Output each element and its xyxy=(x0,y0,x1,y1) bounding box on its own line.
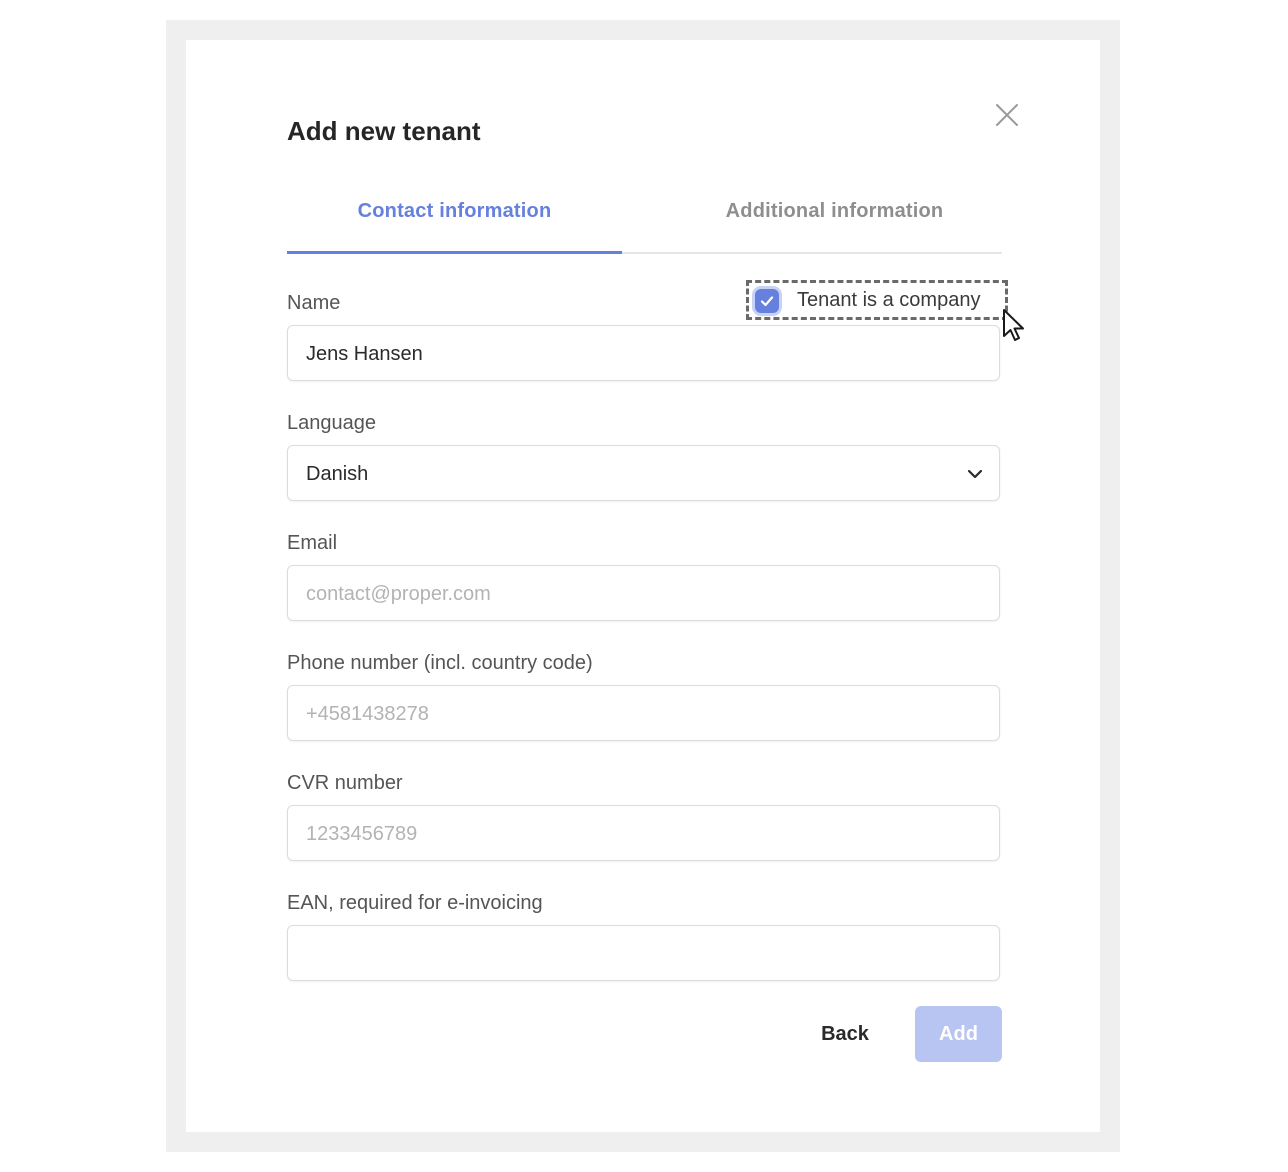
tab-label: Contact information xyxy=(357,200,552,222)
active-tab-indicator xyxy=(287,251,622,254)
phone-label: Phone number (incl. country code) xyxy=(287,652,593,674)
back-button[interactable]: Back xyxy=(808,1006,882,1062)
cvr-label: CVR number xyxy=(287,772,403,794)
close-button[interactable] xyxy=(994,102,1020,128)
dialog-title: Add new tenant xyxy=(287,116,481,146)
name-label: Name xyxy=(287,292,341,314)
mouse-cursor-icon xyxy=(1003,309,1024,341)
language-label: Language xyxy=(287,412,376,434)
close-icon xyxy=(996,104,1018,126)
tab-contact-information[interactable]: Contact information xyxy=(287,186,622,254)
tab-label: Additional information xyxy=(725,200,944,222)
tenant-is-company-label: Tenant is a company xyxy=(797,289,981,311)
chevron-down-icon xyxy=(967,469,983,479)
add-tenant-dialog: Add new tenant Contact information Addit… xyxy=(186,40,1100,1132)
tab-bar: Contact information Additional informati… xyxy=(287,186,1002,254)
check-icon xyxy=(760,296,774,307)
checkbox-checked[interactable] xyxy=(755,289,779,313)
language-value: Danish xyxy=(306,463,369,485)
phone-field[interactable]: +4581438278 xyxy=(287,685,1000,741)
name-input[interactable]: Jens Hansen xyxy=(287,325,1000,381)
ean-label: EAN, required for e-invoicing xyxy=(287,892,543,914)
add-button[interactable]: Add xyxy=(915,1006,1002,1062)
cvr-field[interactable]: 1233456789 xyxy=(287,805,1000,861)
tab-additional-information[interactable]: Additional information xyxy=(667,186,1002,252)
language-select[interactable]: Danish xyxy=(287,445,1000,501)
email-label: Email xyxy=(287,532,338,554)
tenant-is-company-checkbox[interactable]: Tenant is a company xyxy=(746,280,1008,320)
email-field[interactable]: contact@proper.com xyxy=(287,565,1000,621)
ean-field[interactable] xyxy=(287,925,1000,981)
